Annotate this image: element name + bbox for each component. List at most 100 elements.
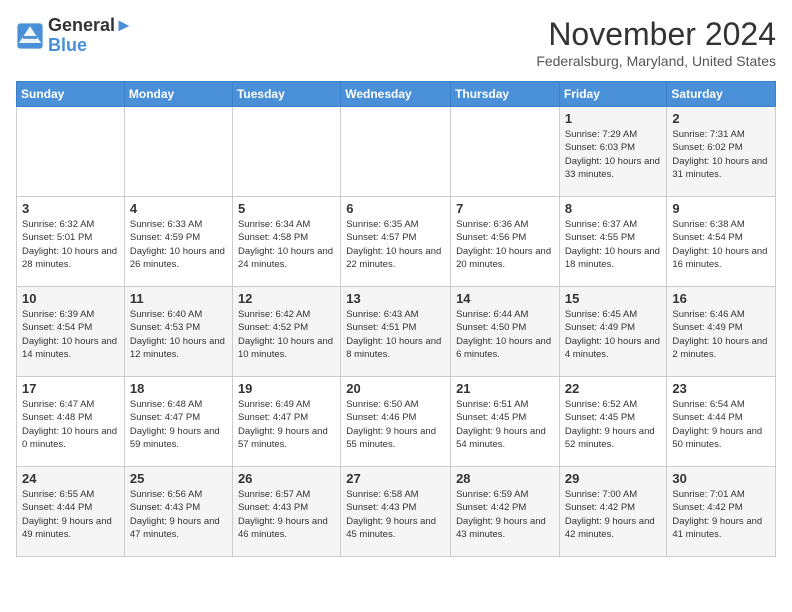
- day-info: Sunrise: 6:55 AMSunset: 4:44 PMDaylight:…: [22, 488, 119, 541]
- day-number: 4: [130, 201, 227, 216]
- day-number: 9: [672, 201, 770, 216]
- calendar-cell: 24 Sunrise: 6:55 AMSunset: 4:44 PMDayligh…: [17, 467, 125, 557]
- calendar-cell: 22 Sunrise: 6:52 AMSunset: 4:45 PMDayligh…: [559, 377, 667, 467]
- day-number: 23: [672, 381, 770, 396]
- day-number: 13: [346, 291, 445, 306]
- day-number: 30: [672, 471, 770, 486]
- calendar-cell: 10 Sunrise: 6:39 AMSunset: 4:54 PMDayligh…: [17, 287, 125, 377]
- calendar-cell: 14Sunrise: 6:44 AMSunset: 4:50 PMDayligh…: [451, 287, 560, 377]
- day-info: Sunrise: 6:38 AMSunset: 4:54 PMDaylight:…: [672, 218, 770, 271]
- day-number: 22: [565, 381, 662, 396]
- day-info: Sunrise: 6:35 AMSunset: 4:57 PMDaylight:…: [346, 218, 445, 271]
- calendar-cell: 29 Sunrise: 7:00 AMSunset: 4:42 PMDayligh…: [559, 467, 667, 557]
- calendar-cell: 8Sunrise: 6:37 AMSunset: 4:55 PMDaylight…: [559, 197, 667, 287]
- day-info: Sunrise: 6:45 AMSunset: 4:49 PMDaylight:…: [565, 308, 662, 361]
- calendar-cell: 17Sunrise: 6:47 AMSunset: 4:48 PMDayligh…: [17, 377, 125, 467]
- day-info: Sunrise: 6:43 AMSunset: 4:51 PMDaylight:…: [346, 308, 445, 361]
- calendar-cell: 5 Sunrise: 6:34 AMSunset: 4:58 PMDaylight…: [232, 197, 340, 287]
- day-number: 28: [456, 471, 554, 486]
- logo: General► Blue: [16, 16, 133, 56]
- calendar-cell: 15 Sunrise: 6:45 AMSunset: 4:49 PMDayligh…: [559, 287, 667, 377]
- calendar-cell: 13 Sunrise: 6:43 AMSunset: 4:51 PMDayligh…: [341, 287, 451, 377]
- calendar-cell: [341, 107, 451, 197]
- day-number: 29: [565, 471, 662, 486]
- calendar-cell: 30 Sunrise: 7:01 AMSunset: 4:42 PMDayligh…: [667, 467, 776, 557]
- day-number: 1: [565, 111, 662, 126]
- day-info: Sunrise: 6:34 AMSunset: 4:58 PMDaylight:…: [238, 218, 335, 271]
- day-info: Sunrise: 6:46 AMSunset: 4:49 PMDaylight:…: [672, 308, 770, 361]
- calendar-cell: 7 Sunrise: 6:36 AMSunset: 4:56 PMDaylight…: [451, 197, 560, 287]
- day-info: Sunrise: 6:59 AMSunset: 4:42 PMDaylight:…: [456, 488, 554, 541]
- day-number: 25: [130, 471, 227, 486]
- day-info: Sunrise: 6:36 AMSunset: 4:56 PMDaylight:…: [456, 218, 554, 271]
- calendar-cell: 6 Sunrise: 6:35 AMSunset: 4:57 PMDaylight…: [341, 197, 451, 287]
- calendar-cell: 1 Sunrise: 7:29 AMSunset: 6:03 PMDaylight…: [559, 107, 667, 197]
- day-number: 24: [22, 471, 119, 486]
- weekday-header-monday: Monday: [124, 82, 232, 107]
- day-info: Sunrise: 6:33 AMSunset: 4:59 PMDaylight:…: [130, 218, 227, 271]
- calendar-cell: 19 Sunrise: 6:49 AMSunset: 4:47 PMDayligh…: [232, 377, 340, 467]
- day-info: Sunrise: 7:01 AMSunset: 4:42 PMDaylight:…: [672, 488, 770, 541]
- day-number: 2: [672, 111, 770, 126]
- calendar-cell: 20 Sunrise: 6:50 AMSunset: 4:46 PMDayligh…: [341, 377, 451, 467]
- day-number: 6: [346, 201, 445, 216]
- weekday-header-wednesday: Wednesday: [341, 82, 451, 107]
- calendar-cell: 11 Sunrise: 6:40 AMSunset: 4:53 PMDayligh…: [124, 287, 232, 377]
- logo-icon: [16, 22, 44, 50]
- day-number: 21: [456, 381, 554, 396]
- day-number: 18: [130, 381, 227, 396]
- day-number: 5: [238, 201, 335, 216]
- day-info: Sunrise: 6:42 AMSunset: 4:52 PMDaylight:…: [238, 308, 335, 361]
- weekday-header-friday: Friday: [559, 82, 667, 107]
- day-number: 27: [346, 471, 445, 486]
- day-number: 16: [672, 291, 770, 306]
- day-info: Sunrise: 6:39 AMSunset: 4:54 PMDaylight:…: [22, 308, 119, 361]
- day-number: 12: [238, 291, 335, 306]
- day-number: 20: [346, 381, 445, 396]
- calendar-cell: [232, 107, 340, 197]
- day-info: Sunrise: 6:56 AMSunset: 4:43 PMDaylight:…: [130, 488, 227, 541]
- month-title: November 2024: [536, 16, 776, 53]
- calendar: SundayMondayTuesdayWednesdayThursdayFrid…: [16, 81, 776, 557]
- day-info: Sunrise: 6:40 AMSunset: 4:53 PMDaylight:…: [130, 308, 227, 361]
- day-info: Sunrise: 6:54 AMSunset: 4:44 PMDaylight:…: [672, 398, 770, 451]
- weekday-header-thursday: Thursday: [451, 82, 560, 107]
- calendar-cell: 27 Sunrise: 6:58 AMSunset: 4:43 PMDayligh…: [341, 467, 451, 557]
- logo-text: General► Blue: [48, 16, 133, 56]
- day-info: Sunrise: 6:58 AMSunset: 4:43 PMDaylight:…: [346, 488, 445, 541]
- day-info: Sunrise: 7:29 AMSunset: 6:03 PMDaylight:…: [565, 128, 662, 181]
- day-number: 26: [238, 471, 335, 486]
- title-block: November 2024 Federalsburg, Maryland, Un…: [536, 16, 776, 69]
- calendar-cell: [124, 107, 232, 197]
- day-number: 3: [22, 201, 119, 216]
- day-number: 7: [456, 201, 554, 216]
- calendar-cell: 16 Sunrise: 6:46 AMSunset: 4:49 PMDayligh…: [667, 287, 776, 377]
- calendar-cell: [451, 107, 560, 197]
- day-number: 19: [238, 381, 335, 396]
- day-info: Sunrise: 6:51 AMSunset: 4:45 PMDaylight:…: [456, 398, 554, 451]
- day-info: Sunrise: 7:00 AMSunset: 4:42 PMDaylight:…: [565, 488, 662, 541]
- day-info: Sunrise: 6:37 AMSunset: 4:55 PMDaylight:…: [565, 218, 662, 271]
- weekday-header-sunday: Sunday: [17, 82, 125, 107]
- day-number: 14: [456, 291, 554, 306]
- day-info: Sunrise: 6:32 AMSunset: 5:01 PMDaylight:…: [22, 218, 119, 271]
- day-number: 10: [22, 291, 119, 306]
- calendar-cell: 4 Sunrise: 6:33 AMSunset: 4:59 PMDaylight…: [124, 197, 232, 287]
- day-info: Sunrise: 6:48 AMSunset: 4:47 PMDaylight:…: [130, 398, 227, 451]
- day-info: Sunrise: 6:49 AMSunset: 4:47 PMDaylight:…: [238, 398, 335, 451]
- day-number: 15: [565, 291, 662, 306]
- calendar-cell: [17, 107, 125, 197]
- day-info: Sunrise: 7:31 AMSunset: 6:02 PMDaylight:…: [672, 128, 770, 181]
- day-info: Sunrise: 6:50 AMSunset: 4:46 PMDaylight:…: [346, 398, 445, 451]
- calendar-cell: 28 Sunrise: 6:59 AMSunset: 4:42 PMDayligh…: [451, 467, 560, 557]
- day-number: 17: [22, 381, 119, 396]
- calendar-cell: 2 Sunrise: 7:31 AMSunset: 6:02 PMDaylight…: [667, 107, 776, 197]
- calendar-cell: 3 Sunrise: 6:32 AMSunset: 5:01 PMDaylight…: [17, 197, 125, 287]
- day-info: Sunrise: 6:57 AMSunset: 4:43 PMDaylight:…: [238, 488, 335, 541]
- day-number: 11: [130, 291, 227, 306]
- weekday-header-tuesday: Tuesday: [232, 82, 340, 107]
- calendar-cell: 18 Sunrise: 6:48 AMSunset: 4:47 PMDayligh…: [124, 377, 232, 467]
- calendar-cell: 26 Sunrise: 6:57 AMSunset: 4:43 PMDayligh…: [232, 467, 340, 557]
- day-info: Sunrise: 6:52 AMSunset: 4:45 PMDaylight:…: [565, 398, 662, 451]
- calendar-cell: 9 Sunrise: 6:38 AMSunset: 4:54 PMDaylight…: [667, 197, 776, 287]
